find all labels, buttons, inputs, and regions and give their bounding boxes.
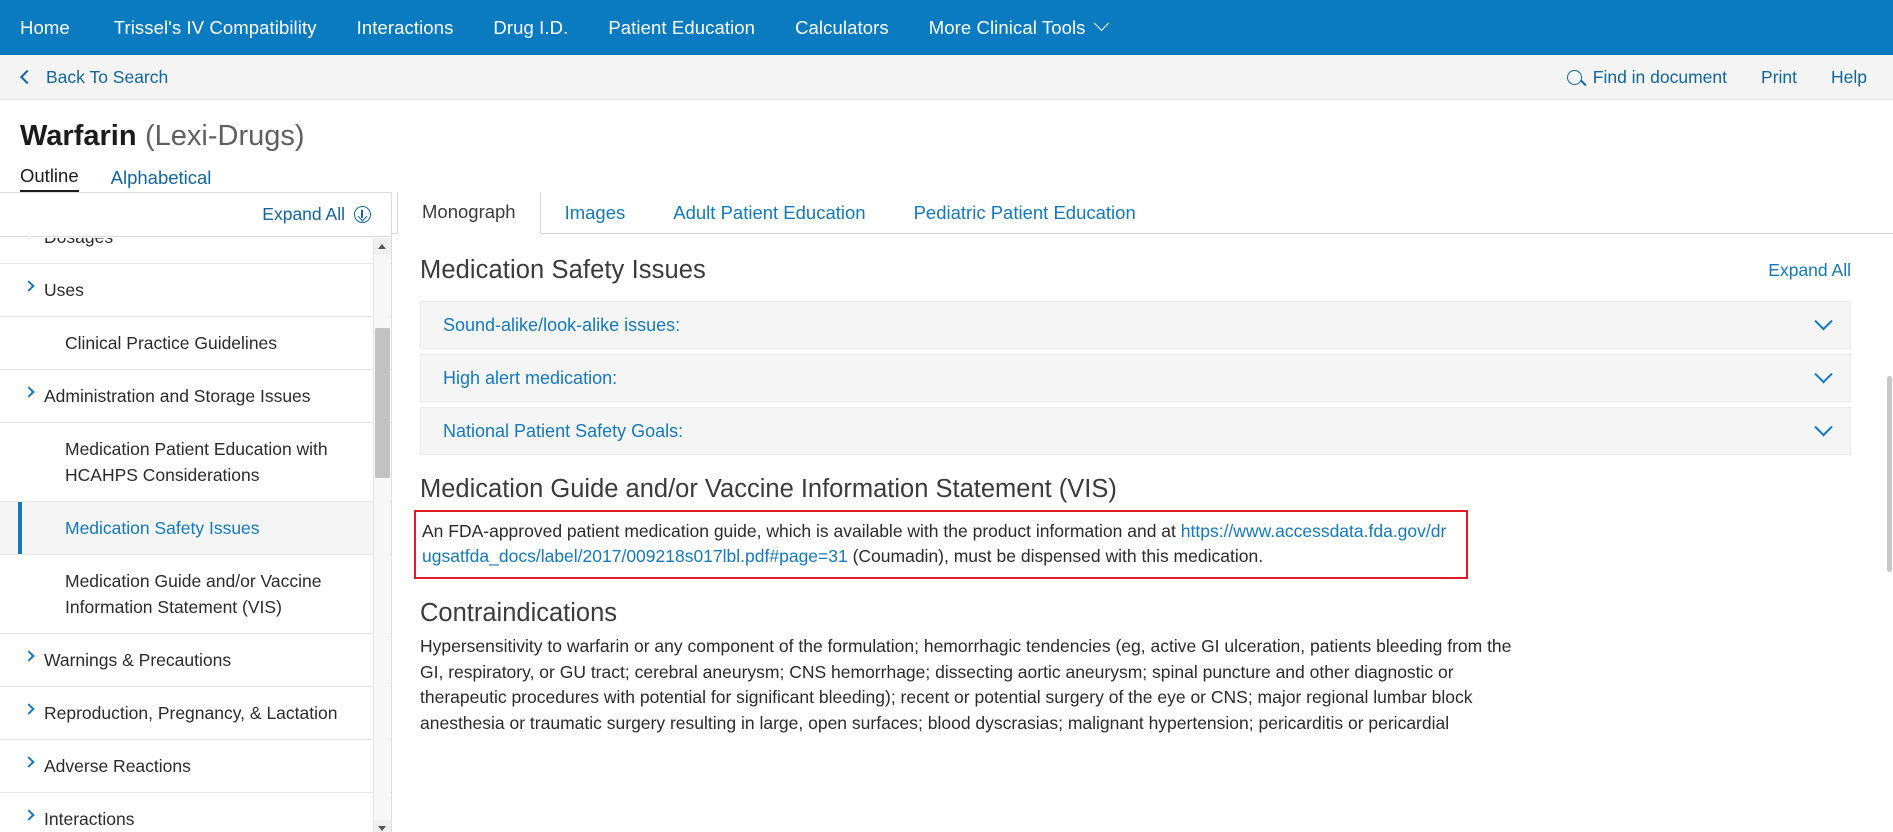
search-icon [1567,70,1582,85]
tab-images[interactable]: Images [541,193,650,234]
sidebar-item-label: Clinical Practice Guidelines [65,330,277,356]
sidebar-item-label: Adverse Reactions [44,753,191,779]
chevron-right-icon [23,809,34,820]
tab-outline[interactable]: Outline [20,165,79,192]
primary-navigation: Home Trissel's IV Compatibility Interact… [0,0,1893,55]
help-button[interactable]: Help [1814,67,1875,88]
chevron-right-icon [23,756,34,767]
content-scrollbar-thumb[interactable] [1887,376,1892,572]
content-tabs: Monograph Images Adult Patient Education… [392,192,1893,234]
chevron-down-icon [1093,15,1109,31]
main-split: Expand All Dosages Uses Clinical Practi [0,192,1893,832]
sidebar-item-reproduction-pregnancy-lactation[interactable]: Reproduction, Pregnancy, & Lactation [0,687,391,740]
outline-sidebar: Expand All Dosages Uses Clinical Practi [0,192,392,832]
accordion-label: National Patient Safety Goals: [443,421,683,442]
chevron-down-icon [1814,365,1832,383]
sidebar-item-adverse-reactions[interactable]: Adverse Reactions [0,740,391,793]
sidebar-expand-all-row: Expand All [0,193,391,237]
sidebar-item-label: Uses [44,277,84,303]
chevron-right-icon [23,238,34,239]
nav-item-drug-id[interactable]: Drug I.D. [473,0,588,55]
outline-view-tabs: Outline Alphabetical [0,152,392,192]
chevron-right-icon [23,280,34,291]
back-to-search-label: Back To Search [46,67,168,88]
sidebar-item-warnings-precautions[interactable]: Warnings & Precautions [0,634,391,687]
vis-text-after: (Coumadin), must be dispensed with this … [848,546,1263,566]
tab-adult-patient-education[interactable]: Adult Patient Education [649,193,889,234]
drug-source: (Lexi-Drugs) [145,120,305,152]
sidebar-scrollbar[interactable] [373,238,390,832]
sidebar-item-medication-safety-issues[interactable]: Medication Safety Issues [0,502,391,555]
nav-item-more-clinical-tools-label: More Clinical Tools [929,0,1086,55]
nav-item-more-clinical-tools[interactable]: More Clinical Tools [909,0,1127,55]
sidebar-item-label: Medication Safety Issues [65,515,260,541]
sidebar-item-label: Dosages [44,238,113,250]
sidebar-item-label: Medication Guide and/or Vaccine Informat… [65,568,373,620]
tab-monograph[interactable]: Monograph [397,192,541,234]
sidebar-item-clinical-practice-guidelines[interactable]: Clinical Practice Guidelines [0,317,391,370]
drug-name: Warfarin [20,120,137,152]
sidebar-item-administration-and-storage-issues[interactable]: Administration and Storage Issues [0,370,391,423]
sidebar-item-uses[interactable]: Uses [0,264,391,317]
section-heading-medication-guide-vis: Medication Guide and/or Vaccine Informat… [420,475,1851,504]
download-circle-icon [354,206,371,223]
outline-scroll-area[interactable]: Dosages Uses Clinical Practice Guideline… [0,238,391,832]
nav-item-calculators[interactable]: Calculators [775,0,909,55]
vis-paragraph: An FDA-approved patient medication guide… [422,519,1456,569]
sidebar-expand-all-button[interactable]: Expand All [262,204,371,225]
sidebar-item-label: Medication Patient Education with HCAHPS… [65,436,373,488]
tab-alphabetical[interactable]: Alphabetical [111,167,212,192]
sidebar-item-interactions[interactable]: Interactions [0,793,391,832]
sidebar-item-medication-guide-vis[interactable]: Medication Guide and/or Vaccine Informat… [0,555,391,634]
scroll-up-arrow-icon[interactable] [374,238,391,255]
chevron-down-icon [1814,312,1832,330]
accordion-high-alert-medication[interactable]: High alert medication: [420,354,1851,402]
find-in-document-label: Find in document [1593,67,1727,88]
sidebar-item-label: Warnings & Precautions [44,647,231,673]
back-to-search-button[interactable]: Back To Search [18,67,168,88]
sidebar-scrollbar-thumb[interactable] [375,328,390,478]
vis-text-before: An FDA-approved patient medication guide… [422,521,1181,541]
chevron-right-icon [23,386,34,397]
accordion-label: Sound-alike/look-alike issues: [443,315,680,336]
sidebar-item-medication-patient-education[interactable]: Medication Patient Education with HCAHPS… [0,423,391,502]
content-pane: Monograph Images Adult Patient Education… [392,192,1893,832]
chevron-right-icon [23,703,34,714]
print-button[interactable]: Print [1744,67,1814,88]
scroll-down-arrow-icon[interactable] [374,820,391,832]
sidebar-item-label: Interactions [44,806,134,832]
toolbar-actions: Find in document Print Help [1550,67,1875,88]
sidebar-item-dosages[interactable]: Dosages [0,238,391,264]
chevron-down-icon [1814,418,1832,436]
contraindications-paragraph: Hypersensitivity to warfarin or any comp… [420,634,1518,736]
nav-item-interactions[interactable]: Interactions [337,0,474,55]
page-title: Warfarin (Lexi-Drugs) [0,100,1893,152]
sidebar-item-label: Reproduction, Pregnancy, & Lactation [44,700,337,726]
content-expand-all-button[interactable]: Expand All [1768,260,1851,281]
sidebar-expand-all-label: Expand All [262,204,345,225]
chevron-right-icon [23,650,34,661]
nav-item-patient-education[interactable]: Patient Education [588,0,775,55]
accordion-sound-alike-look-alike-issues[interactable]: Sound-alike/look-alike issues: [420,301,1851,349]
app-root: Home Trissel's IV Compatibility Interact… [0,0,1893,832]
highlighted-callout: An FDA-approved patient medication guide… [414,510,1468,579]
nav-item-trissels-iv-compatibility[interactable]: Trissel's IV Compatibility [94,0,337,55]
section-heading-medication-safety-issues: Medication Safety Issues [420,256,1851,285]
accordion-label: High alert medication: [443,368,617,389]
tab-pediatric-patient-education[interactable]: Pediatric Patient Education [890,193,1160,234]
accordion-list: Sound-alike/look-alike issues: High aler… [420,301,1851,455]
accordion-national-patient-safety-goals[interactable]: National Patient Safety Goals: [420,407,1851,455]
monograph-document: Medication Safety Issues Expand All Soun… [392,234,1893,832]
sidebar-item-label: Administration and Storage Issues [44,383,311,409]
section-heading-contraindications: Contraindications [420,599,1851,628]
find-in-document-button[interactable]: Find in document [1550,67,1744,88]
secondary-toolbar: Back To Search Find in document Print He… [0,55,1893,100]
content-scrollbar[interactable] [1886,192,1893,832]
nav-item-home[interactable]: Home [20,0,94,55]
chevron-left-icon [20,70,34,84]
